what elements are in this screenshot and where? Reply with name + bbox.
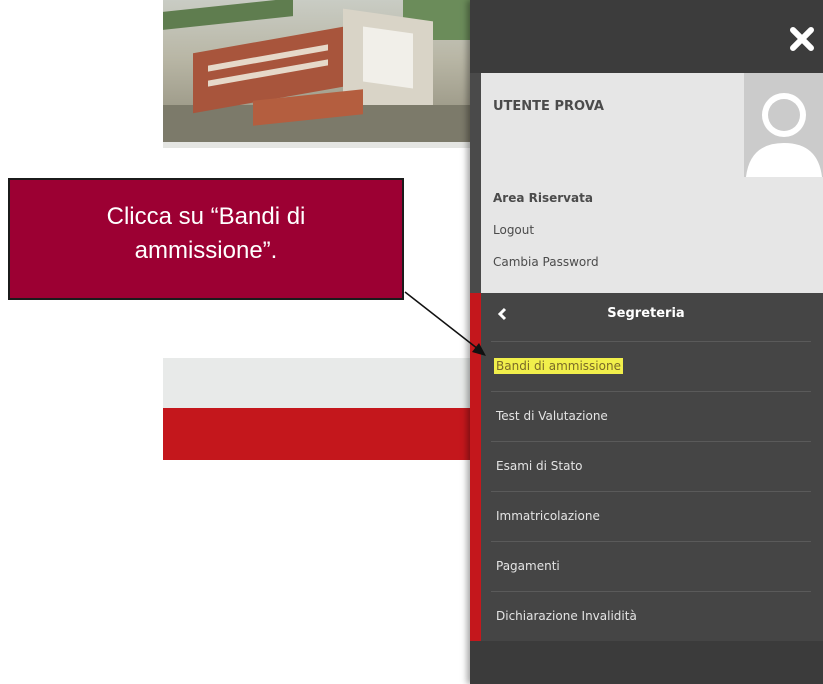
- menu-item-label: Immatricolazione: [496, 509, 600, 523]
- change-password-link[interactable]: Cambia Password: [493, 255, 599, 269]
- menu-title: Segreteria: [607, 306, 685, 321]
- instruction-callout: Clicca su “Bandi di ammissione”.: [8, 178, 404, 300]
- campus-banner-image: [163, 0, 473, 142]
- close-icon[interactable]: [789, 26, 815, 52]
- callout-line-2: ammissione”.: [134, 237, 278, 264]
- logout-link[interactable]: Logout: [493, 223, 534, 237]
- user-box: UTENTE PROVA Area Riservata Logout Cambi…: [481, 73, 823, 293]
- menu-item-test-di-valutazione[interactable]: Test di Valutazione: [491, 391, 811, 441]
- menu-item-label: Test di Valutazione: [496, 409, 608, 423]
- menu-item-label: Dichiarazione Invalidità: [496, 609, 637, 623]
- menu-accent-bar: [470, 293, 481, 641]
- avatar-silhouette-icon: [746, 93, 822, 177]
- menu-item-pagamenti[interactable]: Pagamenti: [491, 541, 811, 591]
- page-red-band: [163, 408, 473, 460]
- menu-item-label: Bandi di ammissione: [494, 358, 623, 374]
- callout-line-1: Clicca su “Bandi di: [106, 203, 306, 230]
- menu-item-immatricolazione[interactable]: Immatricolazione: [491, 491, 811, 541]
- area-riservata-label: Area Riservata: [493, 191, 593, 205]
- page-grey-band: [163, 358, 473, 408]
- user-name: UTENTE PROVA: [493, 99, 604, 114]
- menu-item-esami-di-stato[interactable]: Esami di Stato: [491, 441, 811, 491]
- menu-title-row[interactable]: Segreteria: [481, 293, 823, 335]
- menu-item-dichiarazione-invalidita[interactable]: Dichiarazione Invalidità: [491, 591, 811, 641]
- menu-item-label: Pagamenti: [496, 559, 560, 573]
- segreteria-menu: Segreteria Bandi di ammissione Test di V…: [481, 293, 823, 641]
- avatar: [744, 73, 823, 177]
- panel-header: [470, 0, 823, 73]
- menu-item-label: Esami di Stato: [496, 459, 583, 473]
- side-panel: UTENTE PROVA Area Riservata Logout Cambi…: [470, 0, 823, 684]
- menu-item-bandi-di-ammissione[interactable]: Bandi di ammissione: [491, 341, 811, 391]
- banner-shadow: [163, 142, 473, 148]
- panel-footer: [470, 641, 823, 684]
